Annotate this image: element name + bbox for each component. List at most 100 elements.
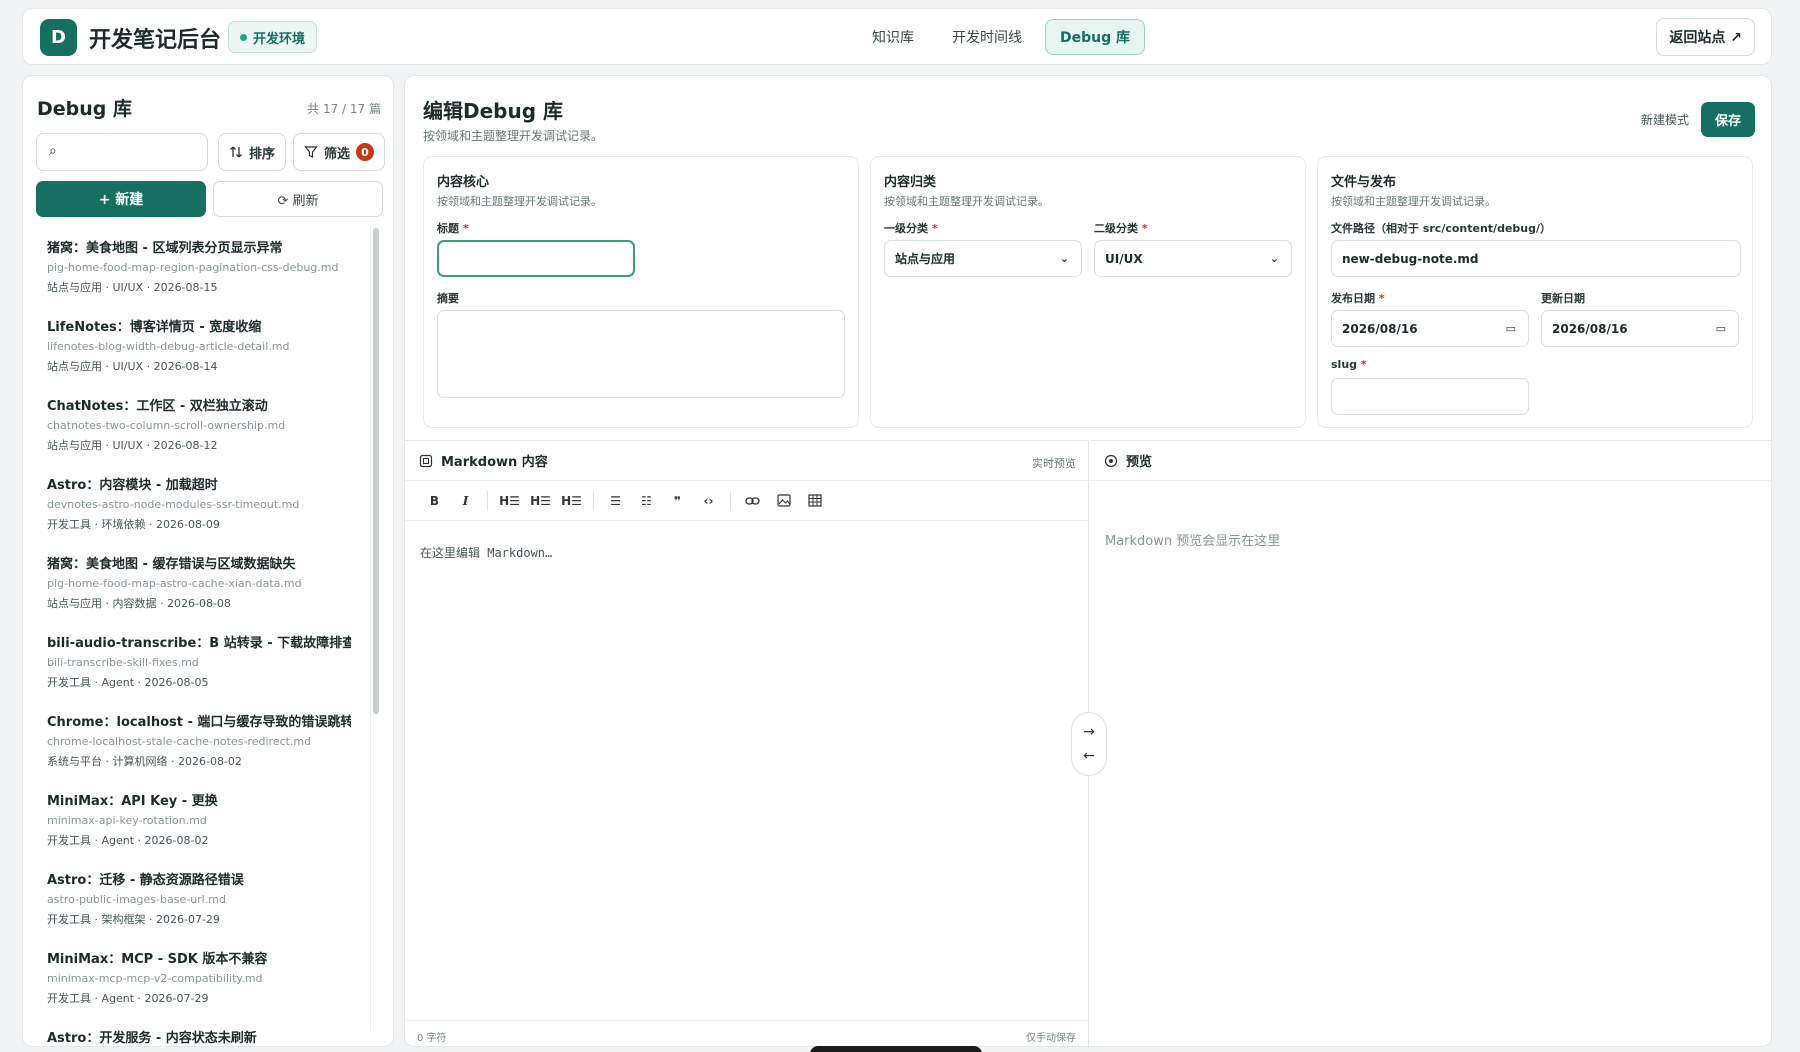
heading3-button[interactable]: H☰ bbox=[556, 486, 587, 516]
link-icon bbox=[745, 496, 760, 505]
italic-button[interactable]: I bbox=[450, 486, 481, 516]
quote-button[interactable]: ❞ bbox=[662, 486, 693, 516]
env-badge: 开发环境 bbox=[228, 21, 318, 53]
list-item[interactable]: MiniMax：API Key - 更换 minimax-api-key-rot… bbox=[23, 779, 363, 858]
card-title: 内容归类 bbox=[884, 175, 937, 190]
filter-count-badge: 0 bbox=[356, 143, 374, 161]
list-item[interactable]: LifeNotes：博客详情页 - 宽度收缩 lifenotes-blog-wi… bbox=[23, 305, 363, 384]
search-input[interactable]: ⌕ bbox=[36, 133, 208, 171]
list-item-file: chrome-localhost-stale-cache-notes-redir… bbox=[47, 735, 312, 748]
primary-category-value: 站点与应用 bbox=[895, 252, 956, 266]
list-item[interactable]: ChatNotes：工作区 - 双栏独立滚动 chatnotes-two-col… bbox=[23, 384, 363, 463]
char-count: 0 字符 bbox=[417, 1033, 447, 1044]
app-title: 开发笔记后台 bbox=[89, 28, 222, 53]
update-date-value: 2026/08/16 bbox=[1552, 321, 1628, 336]
card-title: 内容核心 bbox=[437, 175, 490, 190]
editor-toolbar: B I H☰ H☰ H☰ ☰ ☷ ❞ ‹› bbox=[405, 481, 1088, 521]
list-item[interactable]: 猪窝：美食地图 - 区域列表分页显示异常 pig-home-food-map-r… bbox=[23, 226, 363, 305]
primary-category-select[interactable]: 站点与应用 ⌄ bbox=[884, 240, 1082, 277]
list-item-meta: 开发工具 · Agent · 2026-08-02 bbox=[47, 834, 209, 847]
list-item-title: bili-audio-transcribe：B 站转录 - 下载故障排查 bbox=[47, 636, 351, 651]
list-item-meta: 站点与应用 · UI/UX · 2026-08-12 bbox=[47, 439, 218, 452]
env-status-dot bbox=[240, 33, 247, 41]
new-entry-button[interactable]: + 新建 bbox=[36, 181, 206, 217]
sort-icon bbox=[230, 146, 242, 158]
chevron-down-icon: ⌄ bbox=[1059, 252, 1069, 265]
page-subtitle: 按领域和主题整理开发调试记录。 bbox=[423, 129, 604, 143]
chevron-down-icon: ⌄ bbox=[1269, 252, 1279, 265]
heading2-button[interactable]: H☰ bbox=[525, 486, 556, 516]
list-item-file: minimax-mcp-mcp-v2-compatibility.md bbox=[47, 972, 263, 985]
bullet-list-button[interactable]: ☰ bbox=[600, 486, 631, 516]
title-input[interactable] bbox=[437, 240, 635, 277]
list-item-title: Chrome：localhost - 端口与缓存导致的错误跳转 bbox=[47, 715, 351, 730]
list-item-meta: 站点与应用 · 内容数据 · 2026-08-08 bbox=[47, 597, 231, 610]
markdown-textarea[interactable]: 在这里编辑 Markdown… bbox=[420, 544, 552, 561]
list-item-file: pig-home-food-map-region-pagination-css-… bbox=[47, 261, 339, 274]
list-item-file: bili-transcribe-skill-fixes.md bbox=[47, 656, 199, 669]
card-file-publish: 文件与发布 按领域和主题整理开发调试记录。 文件路径（相对于 src/conte… bbox=[1317, 156, 1753, 428]
summary-textarea[interactable] bbox=[437, 310, 845, 398]
live-preview-label: 实时预览 bbox=[1032, 457, 1076, 470]
list-item-file: pig-home-food-map-astro-cache-xian-data.… bbox=[47, 577, 302, 590]
save-button[interactable]: 保存 bbox=[1701, 102, 1755, 137]
list-item-file: chatnotes-two-column-scroll-ownership.md bbox=[47, 419, 286, 432]
page-title: 编辑Debug 库 bbox=[423, 99, 563, 123]
secondary-category-select[interactable]: UI/UX ⌄ bbox=[1094, 240, 1292, 277]
link-button[interactable] bbox=[737, 486, 768, 516]
search-icon: ⌕ bbox=[49, 143, 57, 159]
top-header: D 开发笔记后台 开发环境 知识库 开发时间线 Debug 库 返回站点 ↗ bbox=[22, 8, 1772, 65]
card-subtitle: 按领域和主题整理开发调试记录。 bbox=[884, 195, 1049, 208]
bottom-dock bbox=[810, 1046, 982, 1052]
list-item[interactable]: Astro：开发服务 - 内容状态未刷新 bbox=[23, 1016, 363, 1046]
list-item-title: Astro：开发服务 - 内容状态未刷新 bbox=[47, 1031, 257, 1046]
publish-date-input[interactable]: 2026/08/16 ▭ bbox=[1331, 310, 1529, 347]
list-item[interactable]: Astro：内容模块 - 加载超时 devnotes-astro-node-mo… bbox=[23, 463, 363, 542]
env-badge-label: 开发环境 bbox=[253, 31, 306, 47]
tab-knowledge[interactable]: 知识库 bbox=[857, 19, 929, 55]
list-item[interactable]: Chrome：localhost - 端口与缓存导致的错误跳转 chrome-l… bbox=[23, 700, 363, 779]
app-logo: D bbox=[40, 19, 77, 56]
calendar-icon[interactable]: ▭ bbox=[1506, 322, 1516, 335]
list-item-meta: 开发工具 · 架构框架 · 2026-07-29 bbox=[47, 913, 220, 926]
file-path-input[interactable]: new-debug-note.md bbox=[1331, 240, 1741, 277]
refresh-button[interactable]: ⟳ 刷新 bbox=[213, 181, 383, 217]
arrow-left-icon[interactable]: ← bbox=[1083, 748, 1095, 764]
tab-timeline[interactable]: 开发时间线 bbox=[937, 19, 1037, 55]
filter-button[interactable]: 筛选 0 bbox=[293, 133, 385, 171]
numbered-list-button[interactable]: ☷ bbox=[631, 486, 662, 516]
back-to-site-button[interactable]: 返回站点 ↗ bbox=[1656, 18, 1755, 56]
code-button[interactable]: ‹› bbox=[693, 486, 724, 516]
table-button[interactable] bbox=[799, 486, 830, 516]
tab-debug[interactable]: Debug 库 bbox=[1045, 19, 1145, 55]
mode-label: 新建模式 bbox=[1640, 113, 1689, 127]
list-item[interactable]: MiniMax：MCP - SDK 版本不兼容 minimax-mcp-mcp-… bbox=[23, 937, 363, 1016]
bold-button[interactable]: B bbox=[419, 486, 450, 516]
entry-list: 猪窝：美食地图 - 区域列表分页显示异常 pig-home-food-map-r… bbox=[23, 226, 363, 1046]
toolbar-divider bbox=[730, 490, 731, 511]
list-item-title: 猪窝：美食地图 - 区域列表分页显示异常 bbox=[47, 241, 283, 256]
list-item[interactable]: 猪窝：美食地图 - 缓存错误与区域数据缺失 pig-home-food-map-… bbox=[23, 542, 363, 621]
table-icon bbox=[807, 494, 822, 507]
slug-label: slug * bbox=[1331, 358, 1367, 371]
list-item-file: astro-public-images-base-url.md bbox=[47, 893, 226, 906]
list-item-title: MiniMax：API Key - 更换 bbox=[47, 794, 218, 809]
toolbar-divider bbox=[593, 490, 594, 511]
list-scrollbar-thumb[interactable] bbox=[373, 228, 379, 714]
primary-category-label: 一级分类 * bbox=[884, 222, 938, 235]
slug-input[interactable] bbox=[1331, 378, 1529, 415]
list-item-file: devnotes-astro-node-modules-ssr-timeout.… bbox=[47, 498, 300, 511]
list-item-file: minimax-api-key-rotation.md bbox=[47, 814, 207, 827]
entry-count: 共 17 / 17 篇 bbox=[307, 102, 381, 116]
list-item[interactable]: bili-audio-transcribe：B 站转录 - 下载故障排查 bil… bbox=[23, 621, 363, 700]
arrow-right-icon[interactable]: → bbox=[1083, 724, 1095, 740]
calendar-icon[interactable]: ▭ bbox=[1716, 322, 1726, 335]
image-button[interactable] bbox=[768, 486, 799, 516]
list-item-title: ChatNotes：工作区 - 双栏独立滚动 bbox=[47, 399, 268, 414]
sort-button[interactable]: 排序 bbox=[218, 133, 286, 171]
heading1-button[interactable]: H☰ bbox=[494, 486, 525, 516]
card-category: 内容归类 按领域和主题整理开发调试记录。 一级分类 * 站点与应用 ⌄ 二级分类… bbox=[870, 156, 1306, 428]
sidebar-title: Debug 库 bbox=[37, 98, 133, 120]
update-date-input[interactable]: 2026/08/16 ▭ bbox=[1541, 310, 1739, 347]
list-item[interactable]: Astro：迁移 - 静态资源路径错误 astro-public-images-… bbox=[23, 858, 363, 937]
